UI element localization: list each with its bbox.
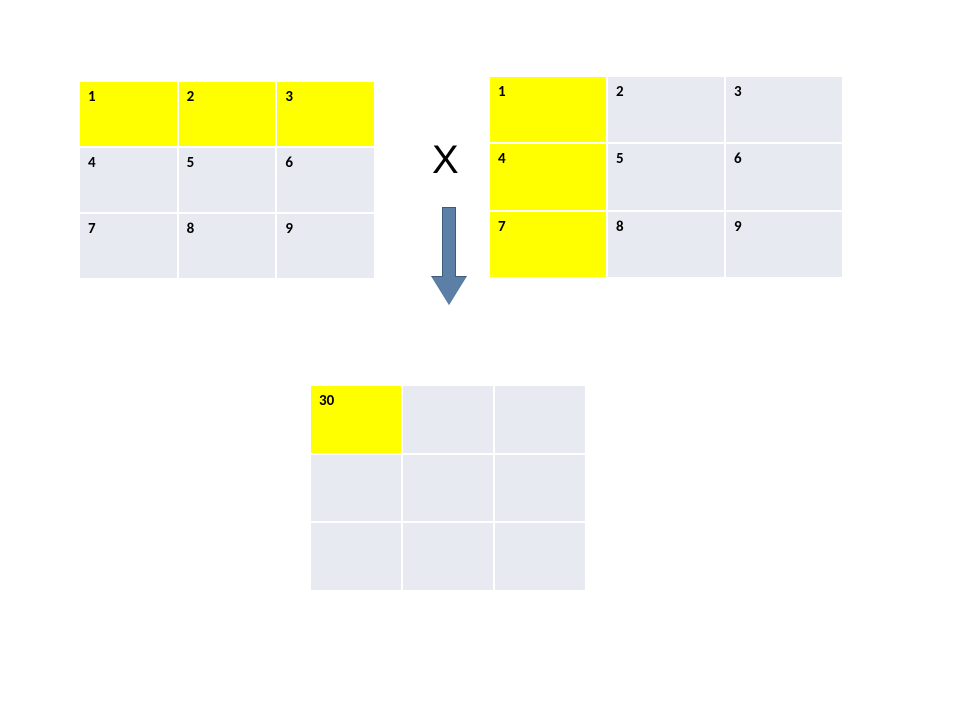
matrix-result-cell-5 — [495, 455, 585, 522]
matrix-left-cell-2: 3 — [277, 82, 374, 146]
matrix-left-cell-6: 7 — [80, 214, 177, 278]
matrix-right-cell-8: 9 — [726, 212, 842, 277]
matrix-left-cell-7: 8 — [179, 214, 276, 278]
multiply-operator: X — [432, 138, 459, 183]
matrix-left-cell-1: 2 — [179, 82, 276, 146]
matrix-result-cell-8 — [495, 523, 585, 590]
matrix-left: 1 2 3 4 5 6 7 8 9 — [80, 82, 374, 278]
matrix-left-cell-3: 4 — [80, 148, 177, 212]
arrow-down-icon — [432, 207, 466, 307]
matrix-left-cell-8: 9 — [277, 214, 374, 278]
matrix-result-cell-6 — [311, 523, 401, 590]
matrix-right-cell-7: 8 — [608, 212, 724, 277]
matrix-right-cell-1: 2 — [608, 77, 724, 142]
matrix-right-cell-6: 7 — [490, 212, 606, 277]
matrix-result: 30 — [311, 386, 585, 590]
matrix-result-cell-7 — [403, 523, 493, 590]
matrix-left-cell-4: 5 — [179, 148, 276, 212]
matrix-result-cell-4 — [403, 455, 493, 522]
matrix-result-cell-2 — [495, 386, 585, 453]
matrix-right-cell-5: 6 — [726, 144, 842, 209]
matrix-result-cell-1 — [403, 386, 493, 453]
matrix-left-cell-0: 1 — [80, 82, 177, 146]
matrix-left-cell-5: 6 — [277, 148, 374, 212]
matrix-right-cell-0: 1 — [490, 77, 606, 142]
matrix-right: 1 2 3 4 5 6 7 8 9 — [490, 77, 842, 277]
matrix-right-cell-2: 3 — [726, 77, 842, 142]
matrix-right-cell-4: 5 — [608, 144, 724, 209]
matrix-result-cell-3 — [311, 455, 401, 522]
matrix-result-cell-0: 30 — [311, 386, 401, 453]
matrix-right-cell-3: 4 — [490, 144, 606, 209]
